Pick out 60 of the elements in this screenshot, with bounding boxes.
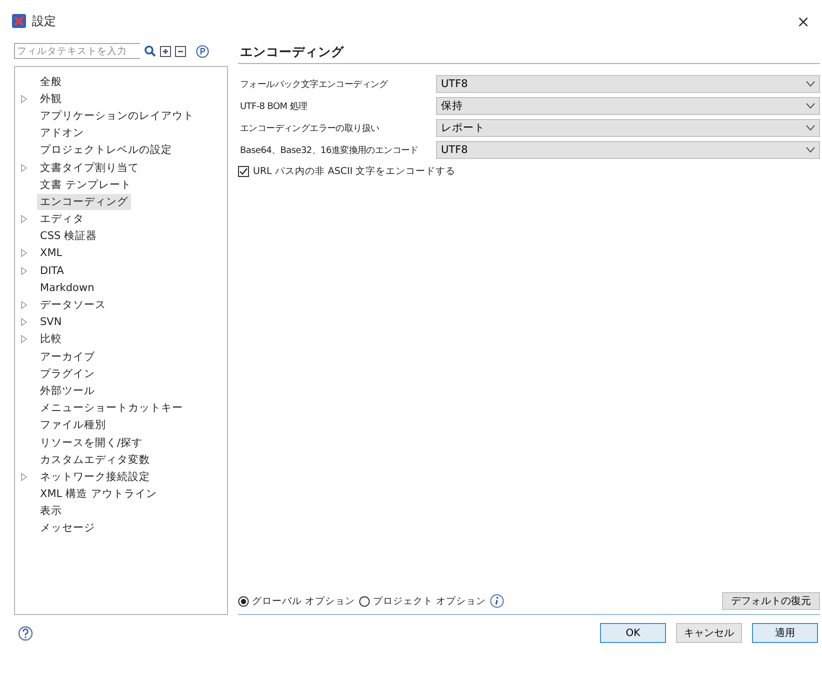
- chevron-down-icon: [806, 81, 815, 87]
- radio-label[interactable]: グローバル オプション: [252, 594, 356, 608]
- tree-item[interactable]: メッセージ: [37, 520, 98, 536]
- tree-item[interactable]: ファイル種別: [37, 417, 109, 434]
- setting-label: Base64、Base32、16進変換用のエンコード: [239, 144, 420, 156]
- tree-item[interactable]: 比較: [37, 331, 65, 348]
- tree-item[interactable]: エディタ: [37, 211, 87, 228]
- tree-item[interactable]: 文書タイプ割り当て: [37, 160, 142, 176]
- tree-item[interactable]: リソースを開く/探す: [37, 434, 146, 451]
- tree-item[interactable]: メニューショートカットキー: [37, 400, 186, 416]
- tree-item[interactable]: XML: [37, 245, 66, 262]
- tree-item[interactable]: SVN: [37, 314, 65, 330]
- checkbox-label[interactable]: URL パス内の非 ASCII 文字をエンコードする: [253, 165, 456, 178]
- help-icon[interactable]: [18, 626, 33, 640]
- tree-item[interactable]: DITA: [37, 262, 67, 279]
- setting-label: UTF-8 BOM 処理: [239, 100, 308, 112]
- expand-all-icon[interactable]: [160, 46, 171, 56]
- dropdown[interactable]: UTF8: [436, 141, 820, 159]
- tree-item[interactable]: プロジェクトレベルの設定: [37, 142, 175, 158]
- tree-item[interactable]: Markdown: [37, 280, 98, 296]
- tree-item[interactable]: XML 構造 アウトライン: [37, 486, 160, 502]
- tree-item[interactable]: アプリケーションのレイアウト: [37, 108, 197, 124]
- window-title: 設定: [32, 12, 57, 30]
- tree-item[interactable]: 表示: [37, 503, 65, 520]
- section-heading: エンコーディング: [238, 44, 820, 64]
- radio-label[interactable]: プロジェクト オプション: [373, 594, 486, 608]
- close-button[interactable]: ×: [794, 12, 812, 30]
- info-icon[interactable]: [490, 594, 504, 608]
- app-logo-icon: [12, 14, 26, 28]
- tree-item[interactable]: 全般: [37, 74, 65, 90]
- chevron-down-icon: [806, 125, 815, 131]
- filter-field[interactable]: フィルタテキストを入力: [14, 43, 140, 59]
- dropdown[interactable]: レポート: [436, 119, 820, 137]
- dialog-button[interactable]: OK: [600, 623, 666, 643]
- tree-item[interactable]: CSS 検証器: [37, 228, 100, 244]
- chevron-down-icon: [806, 103, 815, 109]
- project-options-icon[interactable]: [196, 44, 209, 58]
- collapse-all-icon[interactable]: [175, 46, 186, 56]
- radio-button[interactable]: [238, 596, 249, 606]
- restore-defaults-button[interactable]: デフォルトの復元: [722, 592, 820, 610]
- tree-item[interactable]: 外部ツール: [37, 382, 98, 399]
- setting-label: エンコーディングエラーの取り扱い: [239, 122, 380, 134]
- tree-item[interactable]: 外観: [37, 90, 65, 107]
- tree-item[interactable]: アドオン: [37, 125, 87, 142]
- tree-item[interactable]: 文書 テンプレート: [37, 176, 134, 193]
- checkbox[interactable]: [238, 166, 249, 177]
- tree-item[interactable]: アーカイブ: [37, 348, 98, 365]
- search-icon[interactable]: [144, 45, 156, 57]
- dropdown[interactable]: 保持: [436, 97, 820, 115]
- radio-button[interactable]: [359, 596, 370, 606]
- tree-item[interactable]: プラグイン: [37, 366, 98, 382]
- dropdown[interactable]: UTF8: [436, 75, 820, 93]
- dialog-button[interactable]: 適用: [752, 623, 818, 643]
- chevron-down-icon: [806, 147, 815, 153]
- tree-item[interactable]: エンコーディング: [37, 194, 131, 210]
- tree-item[interactable]: カスタムエディタ変数: [37, 452, 153, 468]
- tree-item[interactable]: データソース: [37, 297, 109, 314]
- tree-item[interactable]: ネットワーク接続設定: [37, 468, 153, 485]
- setting-label: フォールバック文字エンコーディング: [239, 78, 389, 90]
- dialog-button[interactable]: キャンセル: [676, 623, 742, 643]
